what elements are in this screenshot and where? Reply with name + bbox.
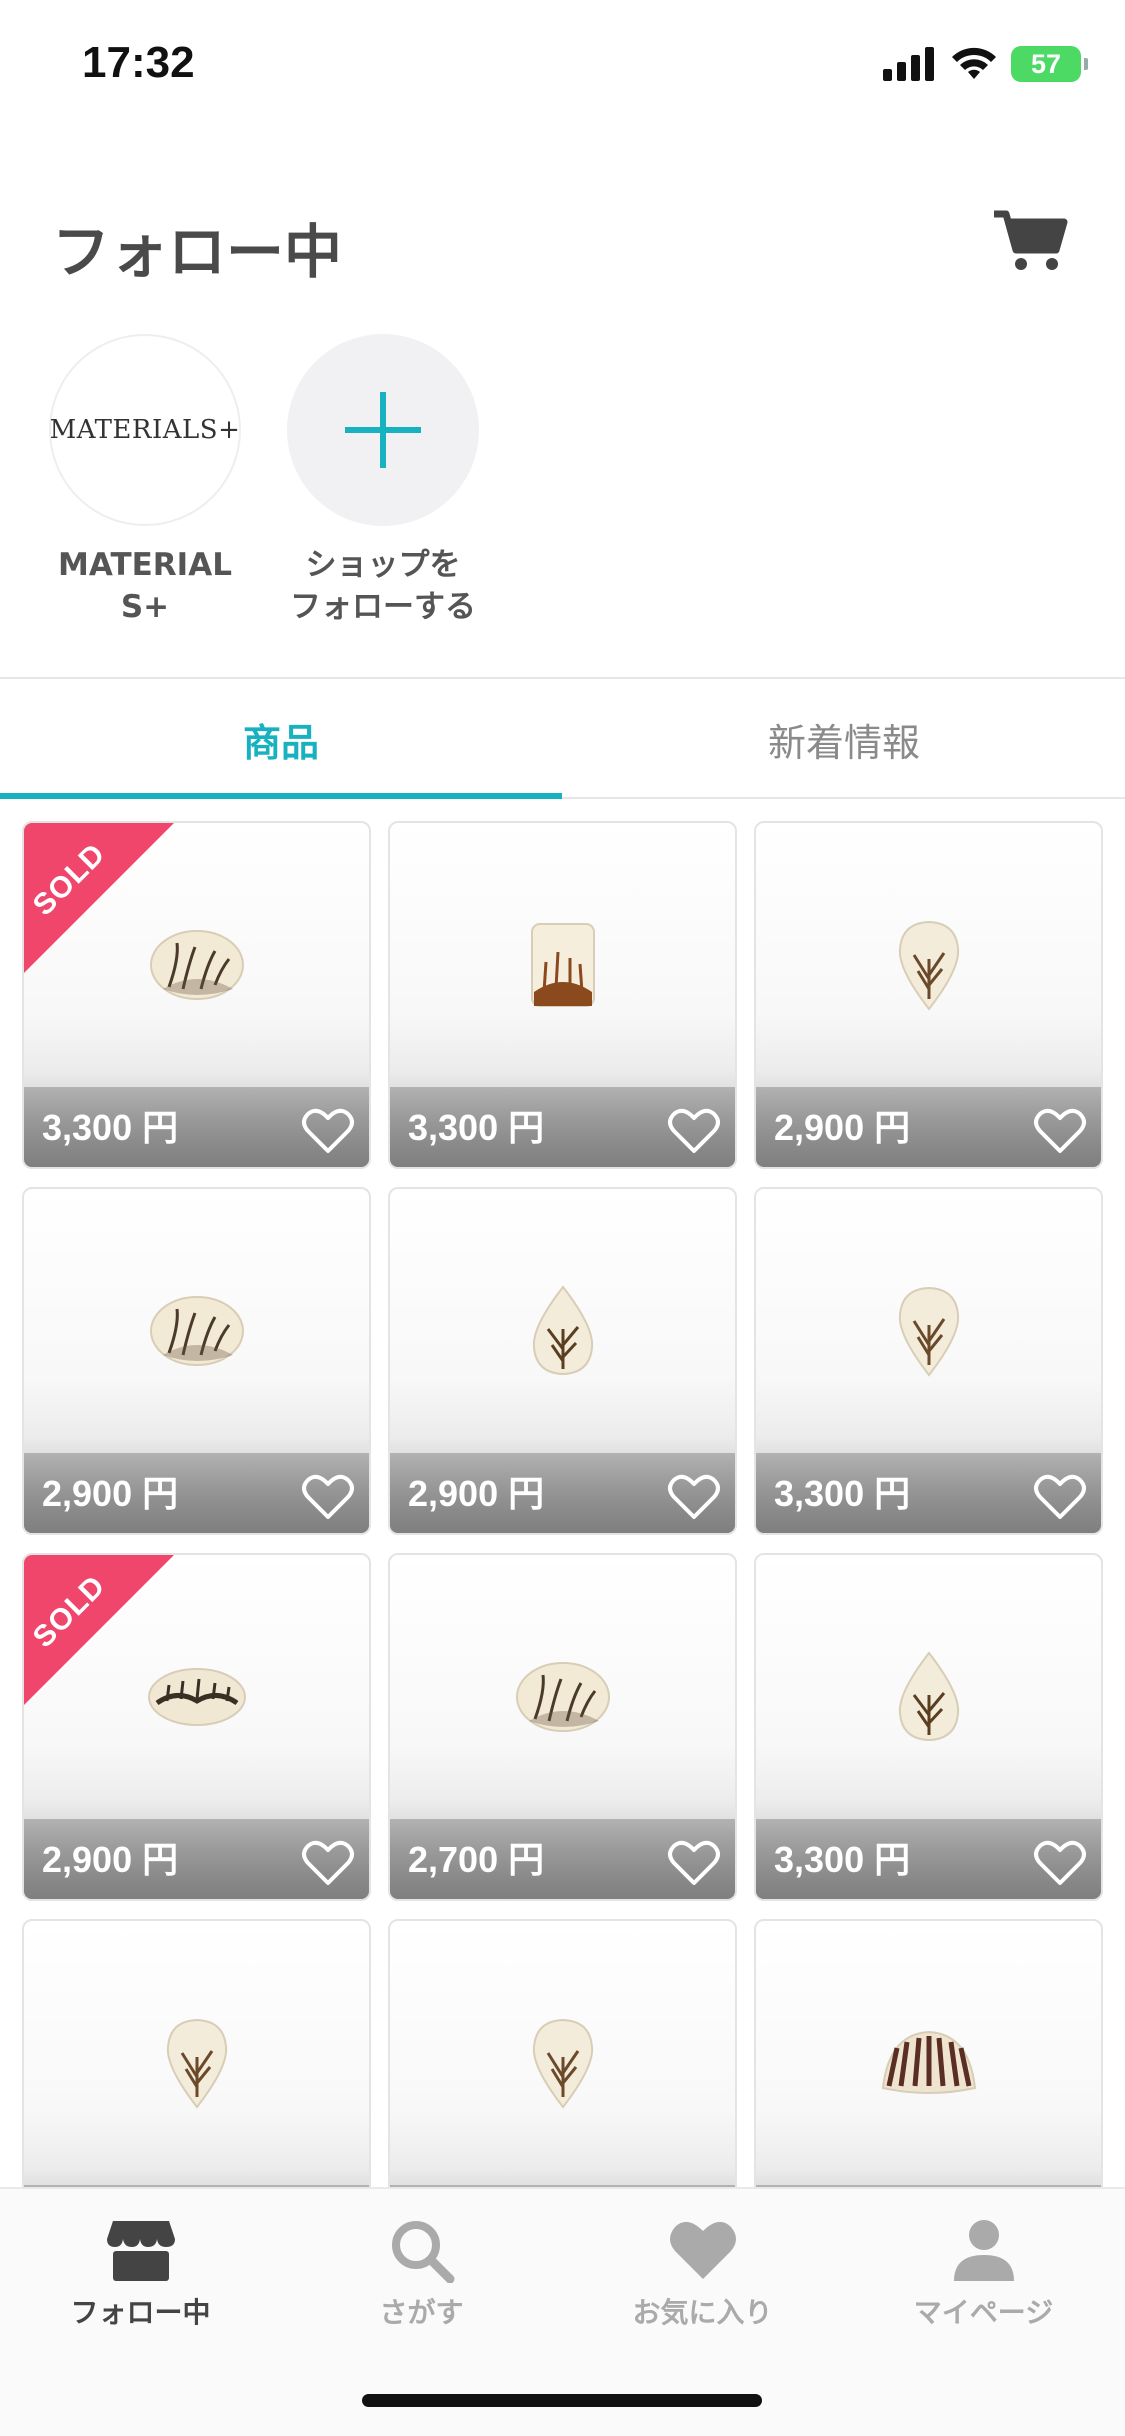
favorite-button[interactable] (667, 1107, 721, 1155)
product-card[interactable]: 2,900 円 (754, 821, 1103, 1169)
status-icons: 57 (883, 46, 1088, 82)
favorite-button[interactable] (301, 1107, 355, 1155)
signal-icon (883, 47, 934, 81)
nav-search[interactable]: さがす (281, 2217, 562, 2331)
nav-follow[interactable]: フォロー中 (0, 2217, 281, 2331)
heart-outline-icon (302, 1474, 354, 1519)
product-card[interactable]: 2,900 円 (22, 1187, 371, 1535)
favorite-button[interactable] (667, 1839, 721, 1887)
product-image (879, 2028, 979, 2102)
favorite-button[interactable] (667, 1473, 721, 1521)
heart-outline-icon (1034, 1840, 1086, 1885)
cart-button[interactable] (992, 208, 1068, 274)
product-price: 2,900 円 (774, 1107, 911, 1148)
product-price: 3,300 円 (774, 1839, 911, 1880)
product-card[interactable]: 3,300 円 (388, 821, 737, 1169)
product-card[interactable]: 2,900 円 (388, 1187, 737, 1535)
product-card[interactable]: 3,300 円 (754, 1187, 1103, 1535)
tab-news[interactable]: 新着情報 (563, 680, 1125, 798)
product-price: 3,300 円 (42, 1107, 179, 1148)
heart-outline-icon (1034, 1474, 1086, 1519)
heart-outline-icon (668, 1108, 720, 1153)
product-card[interactable]: 2,700 円 (388, 1553, 737, 1901)
product-card[interactable]: 3,300 円 SOLD (22, 821, 371, 1169)
product-price: 2,900 円 (408, 1473, 545, 1514)
battery-icon: 57 (1011, 46, 1088, 82)
favorite-button[interactable] (1033, 1839, 1087, 1887)
heart-outline-icon (302, 1840, 354, 1885)
nav-mypage[interactable]: マイページ (843, 2217, 1124, 2331)
product-image (896, 919, 962, 1015)
product-image (530, 1285, 596, 1381)
favorite-button[interactable] (301, 1473, 355, 1521)
cart-icon (994, 210, 1068, 270)
wifi-icon (952, 47, 996, 79)
product-image (515, 1661, 611, 1737)
nav-label: お気に入り (632, 2296, 773, 2329)
product-price: 2,900 円 (42, 1473, 179, 1514)
heart-icon (669, 2221, 736, 2279)
favorite-button[interactable] (1033, 1473, 1087, 1521)
product-image (164, 2017, 230, 2113)
product-image (149, 1295, 245, 1371)
home-indicator (362, 2394, 762, 2407)
sold-badge: SOLD (24, 823, 174, 973)
nav-favorites[interactable]: お気に入り (562, 2217, 843, 2331)
page-title: フォロー中 (52, 218, 343, 286)
search-icon (391, 2221, 454, 2283)
product-image (896, 1285, 962, 1381)
product-price: 3,300 円 (408, 1107, 545, 1148)
sold-badge: SOLD (24, 1555, 174, 1705)
heart-outline-icon (302, 1108, 354, 1153)
favorite-button[interactable] (301, 1839, 355, 1887)
nav-label: フォロー中 (70, 2296, 211, 2329)
shop-label: MATERIAL S+ (58, 547, 232, 625)
nav-label: さがす (379, 2296, 464, 2329)
tab-products[interactable]: 商品 (0, 680, 562, 798)
product-image (530, 922, 596, 1012)
shop-icon (106, 2221, 175, 2281)
product-price: 3,300 円 (774, 1473, 911, 1514)
divider (0, 677, 1125, 679)
nav-label: マイページ (913, 2296, 1054, 2329)
product-price: 2,700 円 (408, 1839, 545, 1880)
status-bar: 17:32 57 (0, 0, 1125, 135)
follow-shop-button[interactable]: ショップを フォローする (268, 334, 498, 628)
product-price: 2,900 円 (42, 1839, 179, 1880)
status-time: 17:32 (82, 38, 195, 87)
plus-icon (345, 392, 421, 468)
person-icon (953, 2220, 1014, 2281)
shop-materials-plus[interactable]: MATERIALS+ MATERIAL S+ (30, 334, 260, 628)
follow-shop-label: ショップを フォローする (290, 547, 476, 625)
product-card[interactable]: 3,300 円 (754, 1553, 1103, 1901)
product-image (530, 2017, 596, 2113)
heart-outline-icon (1034, 1108, 1086, 1153)
active-tab-indicator (0, 793, 562, 799)
battery-level: 57 (1030, 48, 1062, 79)
heart-outline-icon (668, 1840, 720, 1885)
favorite-button[interactable] (1033, 1107, 1087, 1155)
shop-logo: MATERIALS+ (49, 334, 241, 526)
heart-outline-icon (668, 1474, 720, 1519)
product-card[interactable]: 2,900 円 SOLD (22, 1553, 371, 1901)
add-shop-circle (287, 334, 479, 526)
product-image (896, 1651, 962, 1747)
